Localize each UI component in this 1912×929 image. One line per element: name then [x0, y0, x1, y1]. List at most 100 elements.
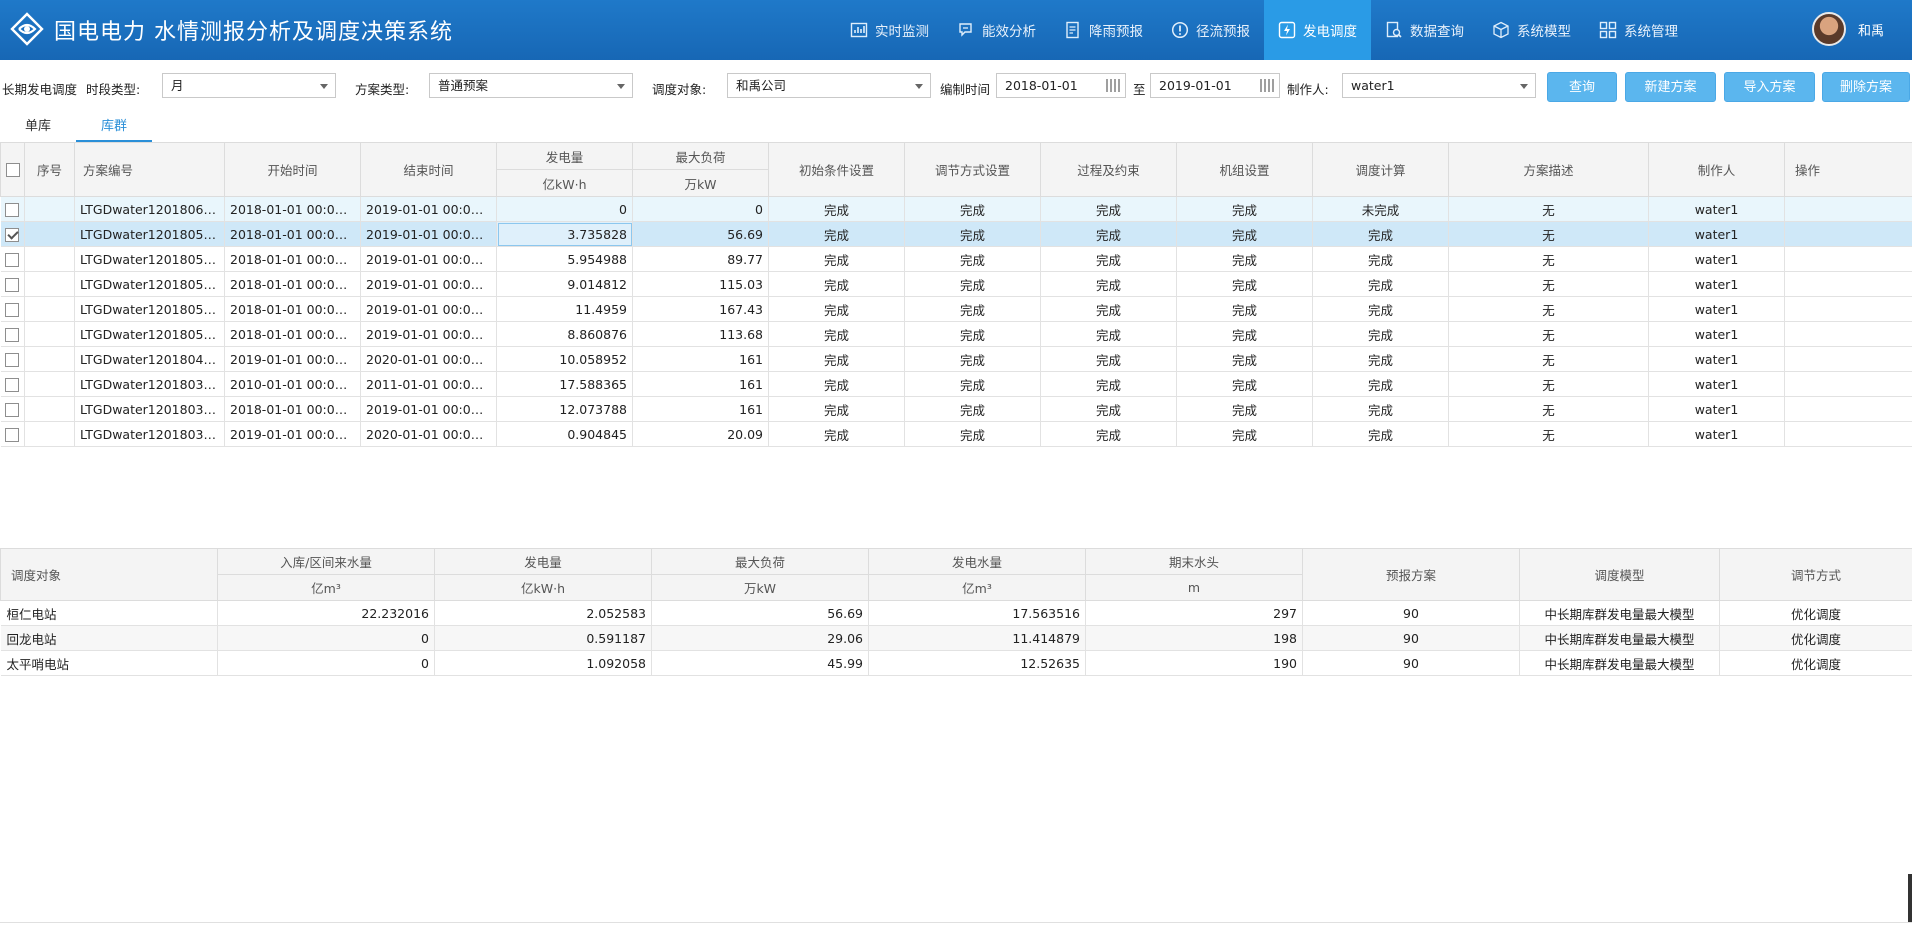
table-row[interactable]: 太平哨电站 0 1.092058 45.99 12.52635 190 90 中长期库群发电量…: [0, 650, 1912, 676]
table-row[interactable]: LTGDwater120180420… 2019-01-01 00:00:0… 20…: [0, 346, 1912, 372]
cell-ops[interactable]: [1784, 371, 1912, 397]
cell-end: 2019-01-01 00:00:0…: [360, 396, 497, 422]
scrollbar[interactable]: [1908, 874, 1912, 922]
nav-item-generation-dispatch[interactable]: 发电调度: [1264, 0, 1371, 60]
row-checkbox[interactable]: [5, 402, 20, 417]
nav-item-realtime[interactable]: 实时监测: [836, 0, 943, 60]
nav-label: 发电调度: [1303, 24, 1357, 40]
author-value: water1: [1351, 78, 1395, 93]
cell-max-load: 161: [632, 396, 769, 422]
cell-calc: 完成: [1312, 271, 1449, 297]
nav-item-rain-forecast[interactable]: 降雨预报: [1050, 0, 1157, 60]
cell-model: 中长期库群发电量最大模型: [1519, 600, 1720, 626]
avatar[interactable]: [1812, 12, 1846, 46]
cell-code: LTGDwater120180522…: [74, 271, 225, 297]
nav-item-system-admin[interactable]: 系统管理: [1585, 0, 1692, 60]
cell-adjust: 完成: [904, 221, 1041, 247]
col-power: 发电量: [496, 142, 633, 170]
to-label: 至: [1133, 82, 1146, 97]
cell-ops[interactable]: [1784, 346, 1912, 372]
query-button[interactable]: 查询: [1547, 72, 1617, 102]
cell-end: 2011-01-01 00:00:0…: [360, 371, 497, 397]
import-plan-button[interactable]: 导入方案: [1724, 72, 1815, 102]
row-checkbox[interactable]: [5, 327, 20, 342]
cell-max-load: 56.69: [632, 221, 769, 247]
col-end[interactable]: 结束时间: [360, 142, 497, 197]
new-plan-button[interactable]: 新建方案: [1625, 72, 1716, 102]
cell-target: 回龙电站: [0, 625, 218, 651]
row-checkbox[interactable]: [5, 202, 20, 217]
chevron-down-icon: [915, 84, 923, 89]
row-checkbox[interactable]: [5, 302, 20, 317]
user-menu[interactable]: 和禹: [1812, 12, 1884, 46]
table-row[interactable]: 桓仁电站 22.232016 2.052583 56.69 17.563516 297 90…: [0, 600, 1912, 626]
cell-max-load: 115.03: [632, 271, 769, 297]
calendar-icon[interactable]: [1106, 79, 1120, 92]
row-checkbox[interactable]: [5, 252, 20, 267]
cell-author: water1: [1648, 321, 1785, 347]
tab-reservoir-group[interactable]: 库群: [76, 114, 152, 142]
col-target: 调度对象: [0, 548, 218, 601]
table-row[interactable]: LTGDwater120180522… 2018-01-01 00:00:0… 20…: [0, 221, 1912, 247]
table-row[interactable]: LTGDwater120180321… 2018-01-01 00:00:0… 20…: [0, 396, 1912, 422]
cell-unit-set: 完成: [1176, 321, 1313, 347]
table-row[interactable]: LTGDwater120180613… 2018-01-01 00:00:0… 20…: [0, 196, 1912, 222]
target-label: 调度对象:: [652, 82, 707, 97]
table-row[interactable]: LTGDwater120180321… 2019-01-01 00:00:0… 20…: [0, 421, 1912, 447]
cell-ops[interactable]: [1784, 271, 1912, 297]
mode-label: 长期发电调度: [2, 82, 78, 97]
row-checkbox[interactable]: [5, 377, 20, 392]
cell-code: LTGDwater120180522…: [74, 296, 225, 322]
table-row[interactable]: LTGDwater120180522… 2018-01-01 00:00:0… 20…: [0, 321, 1912, 347]
row-checkbox[interactable]: [5, 227, 20, 242]
table-row[interactable]: LTGDwater120180522… 2018-01-01 00:00:0… 20…: [0, 296, 1912, 322]
nav-label: 数据查询: [1410, 24, 1464, 40]
cell-ops[interactable]: [1784, 321, 1912, 347]
table-row[interactable]: 回龙电站 0 0.591187 29.06 11.414879 198 90 中长期库群发电量…: [0, 625, 1912, 651]
table-row[interactable]: LTGDwater120180522… 2018-01-01 00:00:0… 20…: [0, 246, 1912, 272]
cell-power: 2.052583: [434, 600, 652, 626]
target-select[interactable]: 和禹公司: [727, 73, 931, 98]
table-row[interactable]: LTGDwater120180321… 2010-01-01 00:00:0… 20…: [0, 371, 1912, 397]
nav-item-system-model[interactable]: 系统模型: [1478, 0, 1585, 60]
col-code[interactable]: 方案编号: [74, 142, 225, 197]
period-type-label: 时段类型:: [86, 82, 141, 97]
cell-ops[interactable]: [1784, 221, 1912, 247]
col-start[interactable]: 开始时间: [224, 142, 361, 197]
plan-type-select[interactable]: 普通预案: [429, 73, 633, 98]
delete-plan-button[interactable]: 删除方案: [1822, 72, 1910, 102]
calendar-icon[interactable]: [1260, 79, 1274, 92]
table-row[interactable]: LTGDwater120180522… 2018-01-01 00:00:0… 20…: [0, 271, 1912, 297]
cell-code: LTGDwater120180522…: [74, 321, 225, 347]
date-from-input[interactable]: 2018-01-01: [996, 73, 1126, 98]
nav-item-runoff-forecast[interactable]: 径流预报: [1157, 0, 1264, 60]
cell-author: water1: [1648, 346, 1785, 372]
author-select[interactable]: water1: [1342, 73, 1536, 98]
cell-ops[interactable]: [1784, 296, 1912, 322]
col-max-load: 最大负荷: [632, 142, 769, 170]
cell-start: 2018-01-01 00:00:0…: [224, 296, 361, 322]
cell-author: water1: [1648, 221, 1785, 247]
divider: [0, 922, 1912, 923]
cell-ops[interactable]: [1784, 196, 1912, 222]
cell-end: 2019-01-01 00:00:0…: [360, 296, 497, 322]
date-to-input[interactable]: 2019-01-01: [1150, 73, 1280, 98]
cell-code: LTGDwater120180420…: [74, 346, 225, 372]
period-type-select[interactable]: 月: [162, 73, 336, 98]
cell-start: 2019-01-01 00:00:0…: [224, 421, 361, 447]
cell-ops[interactable]: [1784, 246, 1912, 272]
row-checkbox[interactable]: [5, 427, 20, 442]
tab-single-reservoir[interactable]: 单库: [0, 114, 76, 142]
row-checkbox[interactable]: [5, 352, 20, 367]
select-all-checkbox[interactable]: [5, 163, 20, 178]
cell-ops[interactable]: [1784, 421, 1912, 447]
cell-max-load: 167.43: [632, 296, 769, 322]
nav-item-data-query[interactable]: 数据查询: [1371, 0, 1478, 60]
cell-end: 2019-01-01 00:00:0…: [360, 221, 497, 247]
cell-ops[interactable]: [1784, 396, 1912, 422]
col-forecast: 预报方案: [1302, 548, 1520, 601]
cell-process: 完成: [1040, 321, 1177, 347]
cell-power: 17.588365: [496, 371, 633, 397]
row-checkbox[interactable]: [5, 277, 20, 292]
nav-item-efficiency[interactable]: 能效分析: [943, 0, 1050, 60]
